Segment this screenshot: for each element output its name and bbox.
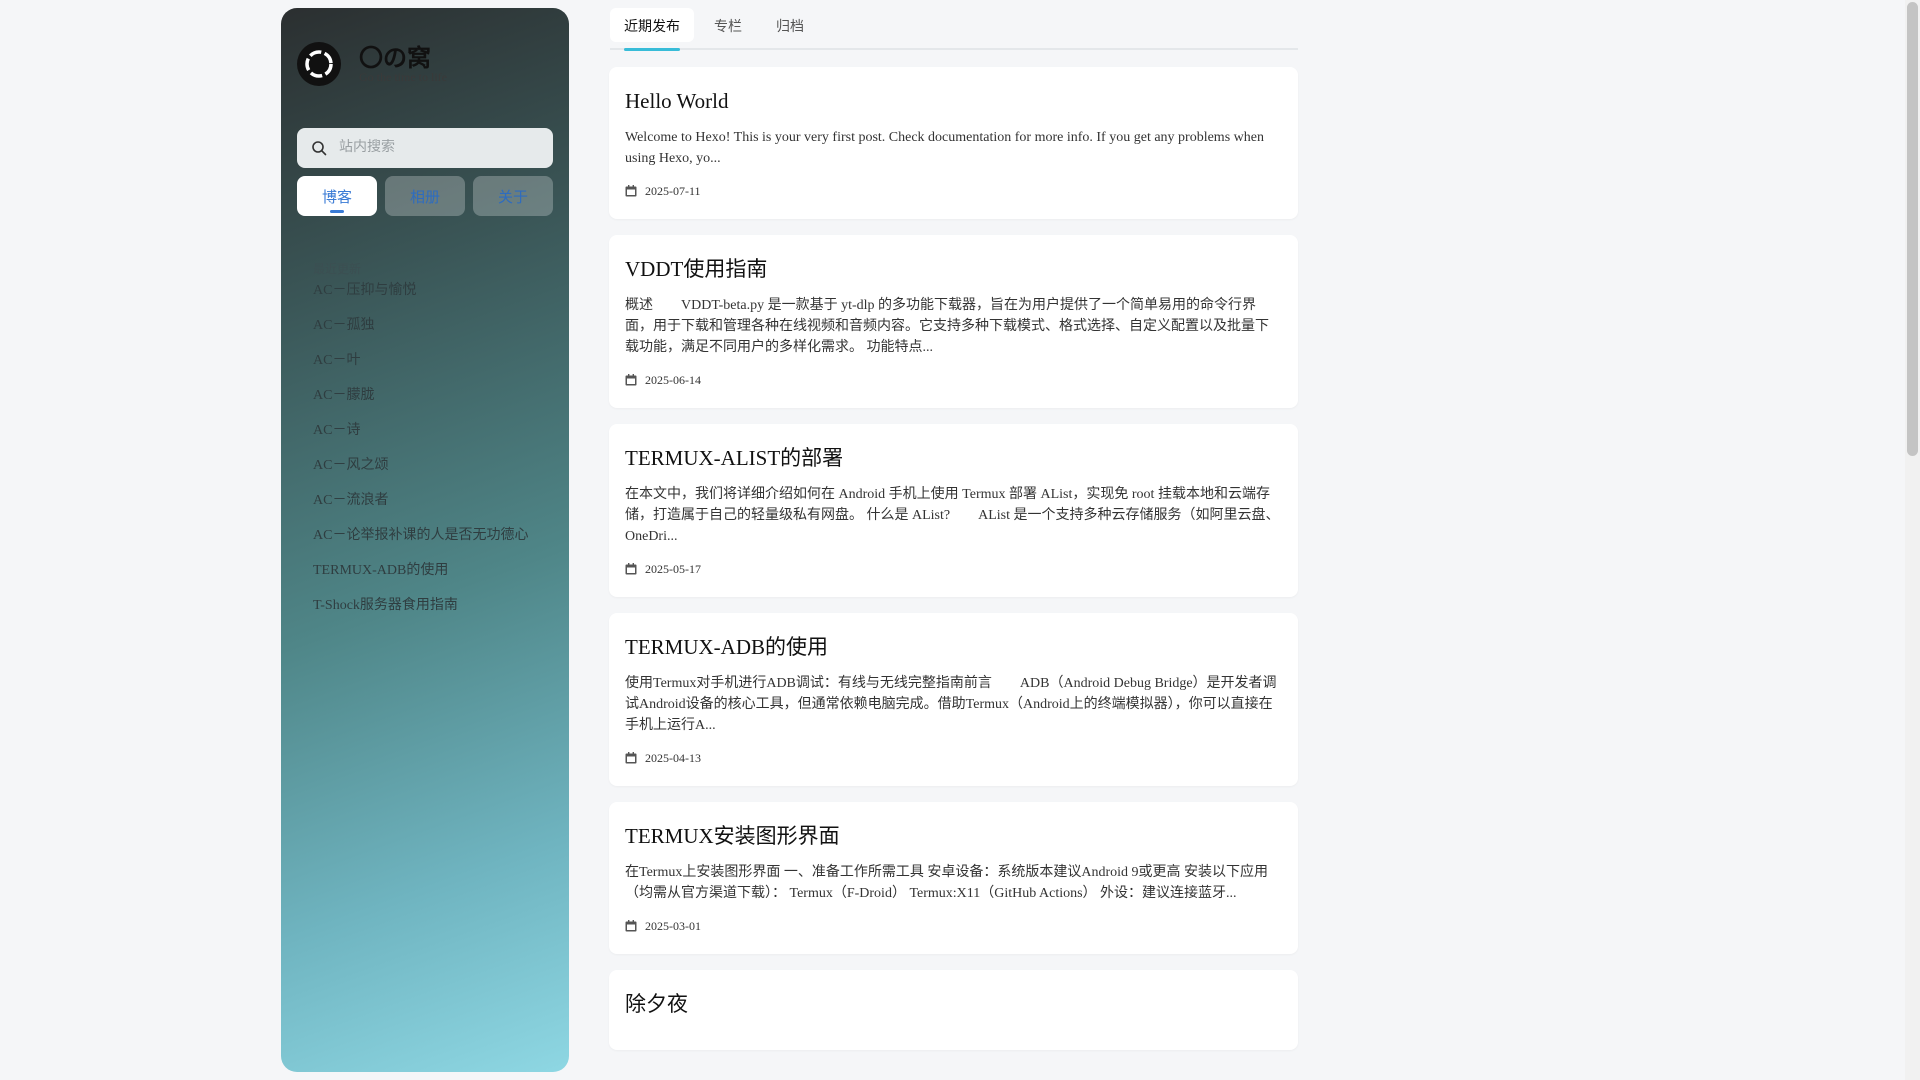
tab-columns[interactable]: 专栏 — [700, 8, 756, 42]
page-scrollbar[interactable] — [1905, 0, 1920, 1080]
post-date-text: 2025-04-13 — [645, 751, 701, 765]
post-title[interactable]: TERMUX-ALIST的部署 — [625, 444, 1282, 472]
calendar-icon — [625, 185, 637, 197]
post-card[interactable]: Hello World Welcome to Hexo! This is you… — [609, 67, 1298, 219]
calendar-icon — [625, 920, 637, 932]
scrollbar-thumb[interactable] — [1907, 2, 1918, 456]
recent-item[interactable]: AC－论举报补课的人是否无功德心 — [313, 526, 553, 561]
post-card[interactable]: TERMUX安装图形界面 在Termux上安装图形界面 一、准备工作所需工具 安… — [609, 802, 1298, 954]
post-excerpt: 使用Termux对手机进行ADB调试：有线与无线完整指南前言 ADB（Andro… — [625, 676, 1277, 733]
post-date: 2025-06-14 — [625, 372, 1282, 388]
calendar-icon — [625, 752, 637, 764]
tab-archive[interactable]: 归档 — [762, 8, 818, 42]
post-card[interactable]: VDDT使用指南 概述 VDDT-beta.py 是一款基于 yt-dlp 的多… — [609, 235, 1298, 408]
post-date-text: 2025-07-11 — [645, 184, 701, 198]
post-title[interactable]: 除夕夜 — [625, 990, 1282, 1018]
post-date-text: 2025-03-01 — [645, 919, 701, 933]
nav-album-button[interactable]: 相册 — [385, 176, 465, 216]
sidebar-nav: 博客 相册 关于 — [297, 176, 553, 216]
recent-updates: 最近更新 AC－压抑与愉悦 AC－孤独 AC－叶 AC－朦胧 AC－诗 AC－风… — [313, 260, 553, 631]
recent-item[interactable]: AC－诗 — [313, 421, 553, 456]
recent-item[interactable]: TERMUX-ADB的使用 — [313, 561, 553, 596]
post-list: Hello World Welcome to Hexo! This is you… — [609, 67, 1298, 1066]
sidebar: 〇の窝 Go the time to life 博客 相册 关于 最近更新 AC… — [281, 8, 569, 1072]
site-logo[interactable] — [297, 42, 341, 86]
post-date-text: 2025-06-14 — [645, 373, 701, 387]
site-brand[interactable]: 〇の窝 Go the time to life — [297, 42, 447, 86]
calendar-icon — [625, 563, 637, 575]
post-title[interactable]: TERMUX安装图形界面 — [625, 822, 1282, 850]
post-title[interactable]: VDDT使用指南 — [625, 255, 1282, 283]
post-title[interactable]: Hello World — [625, 87, 1282, 115]
recent-item[interactable]: AC－朦胧 — [313, 386, 553, 421]
post-card[interactable]: 除夕夜 — [609, 970, 1298, 1050]
post-date-text: 2025-05-17 — [645, 562, 701, 576]
post-excerpt: Welcome to Hexo! This is your very first… — [625, 130, 1264, 166]
post-card[interactable]: TERMUX-ADB的使用 使用Termux对手机进行ADB调试：有线与无线完整… — [609, 613, 1298, 786]
post-date: 2025-07-11 — [625, 183, 1282, 199]
content-tabs: 近期发布 专栏 归档 — [610, 8, 1298, 51]
recent-item[interactable]: AC－叶 — [313, 351, 553, 386]
post-date: 2025-04-13 — [625, 750, 1282, 766]
post-card[interactable]: TERMUX-ALIST的部署 在本文中，我们将详细介绍如何在 Android … — [609, 424, 1298, 597]
search-box[interactable] — [297, 128, 553, 168]
recent-item[interactable]: AC－压抑与愉悦 — [313, 281, 553, 316]
recent-item[interactable]: AC－孤独 — [313, 316, 553, 351]
post-date: 2025-05-17 — [625, 561, 1282, 577]
site-title[interactable]: 〇の窝 — [359, 44, 447, 72]
recent-item[interactable]: AC－风之颂 — [313, 456, 553, 491]
search-input[interactable] — [337, 139, 537, 157]
post-excerpt: 概述 VDDT-beta.py 是一款基于 yt-dlp 的多功能下载器，旨在为… — [625, 298, 1269, 355]
recent-item[interactable]: AC－流浪者 — [313, 491, 553, 526]
post-title[interactable]: TERMUX-ADB的使用 — [625, 633, 1282, 661]
nav-about-button[interactable]: 关于 — [473, 176, 553, 216]
site-subtitle: Go the time to life — [359, 70, 447, 84]
post-excerpt: 在本文中，我们将详细介绍如何在 Android 手机上使用 Termux 部署 … — [625, 487, 1280, 544]
post-excerpt: 在Termux上安装图形界面 一、准备工作所需工具 安卓设备：系统版本建议And… — [625, 865, 1268, 901]
calendar-icon — [625, 374, 637, 386]
ring-logo-icon — [305, 50, 333, 78]
post-date: 2025-03-01 — [625, 918, 1282, 934]
tab-recent[interactable]: 近期发布 — [610, 8, 694, 51]
search-icon — [312, 141, 327, 156]
recent-updates-title: 最近更新 — [313, 262, 362, 276]
nav-blog-button[interactable]: 博客 — [297, 176, 377, 216]
recent-item[interactable]: T-Shock服务器食用指南 — [313, 596, 553, 631]
